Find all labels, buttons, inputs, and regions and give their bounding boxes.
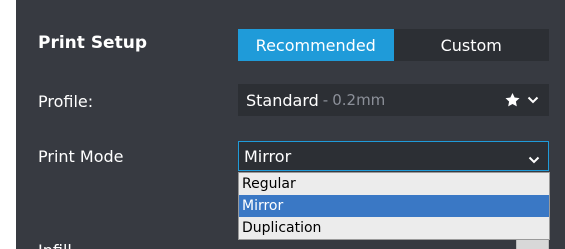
profile-selector[interactable]: Standard - 0.2mm bbox=[238, 84, 549, 116]
option-mirror[interactable]: Mirror bbox=[239, 195, 549, 217]
star-icon[interactable] bbox=[504, 92, 521, 108]
tab-recommended[interactable]: Recommended bbox=[238, 29, 394, 61]
chevron-down-icon bbox=[528, 150, 540, 169]
print-setup-panel: Print Setup Recommended Custom Profile: … bbox=[16, 0, 565, 249]
infill-label: Infill bbox=[38, 241, 72, 249]
print-mode-label: Print Mode bbox=[38, 147, 124, 166]
profile-layer-height: 0.2mm bbox=[332, 91, 386, 109]
option-duplication[interactable]: Duplication bbox=[239, 217, 549, 239]
profile-name: Standard bbox=[246, 90, 319, 110]
print-mode-dropdown: Regular Mirror Duplication bbox=[238, 172, 550, 240]
setup-mode-tabs: Recommended Custom bbox=[238, 29, 549, 61]
tab-custom[interactable]: Custom bbox=[393, 29, 549, 61]
option-regular[interactable]: Regular bbox=[239, 173, 549, 195]
panel-title: Print Setup bbox=[38, 33, 147, 53]
chevron-down-icon[interactable] bbox=[527, 95, 539, 105]
print-mode-value: Mirror bbox=[244, 146, 292, 166]
profile-label: Profile: bbox=[38, 92, 94, 111]
print-mode-select[interactable]: Mirror bbox=[238, 141, 549, 171]
profile-separator: - bbox=[322, 91, 329, 109]
profile-icons bbox=[504, 84, 539, 116]
